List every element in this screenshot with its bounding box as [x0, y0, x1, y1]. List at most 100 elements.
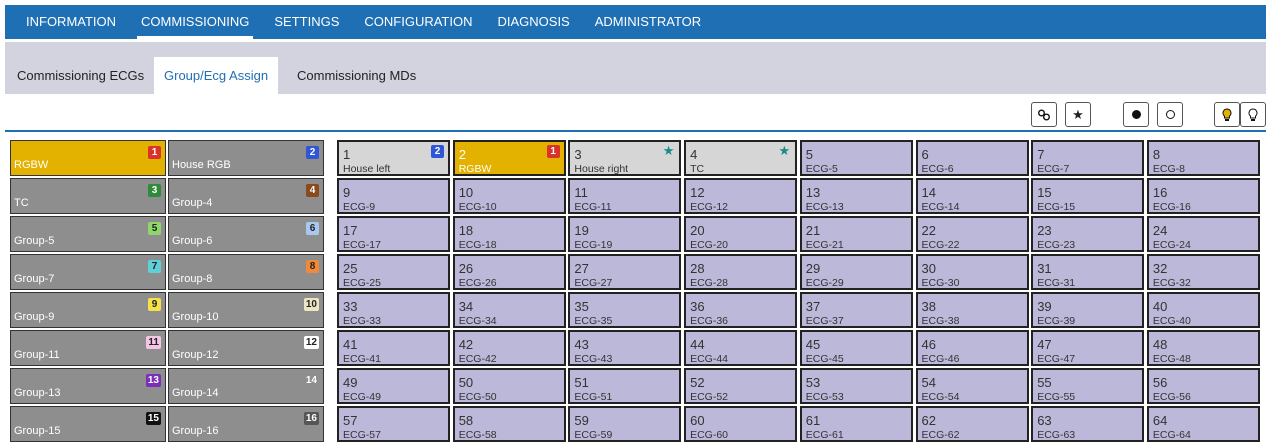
group-cell[interactable]: Group-15 15 — [10, 406, 166, 442]
ecg-number: 20 — [690, 223, 705, 238]
ecg-cell[interactable]: 30 ECG-30 — [915, 254, 1029, 290]
nav-item-commissioning[interactable]: COMMISSIONING — [137, 5, 254, 39]
ecg-cell[interactable]: 58 ECG-58 — [452, 406, 566, 442]
ecg-cell[interactable]: 6 ECG-6 — [915, 140, 1029, 176]
ecg-cell[interactable]: 38 ECG-38 — [915, 292, 1029, 328]
ecg-cell[interactable]: 35 ECG-35 — [568, 292, 682, 328]
ecg-cell[interactable]: 62 ECG-62 — [915, 406, 1029, 442]
ecg-cell[interactable]: 51 ECG-51 — [568, 368, 682, 404]
ecg-cell[interactable]: 25 ECG-25 — [337, 254, 450, 290]
ecg-cell[interactable]: 4 TC ★ — [684, 140, 798, 176]
star-button[interactable]: ★ — [1065, 102, 1091, 127]
ecg-name: ECG-63 — [1037, 429, 1076, 441]
ecg-cell[interactable]: 15 ECG-15 — [1031, 178, 1145, 214]
ecg-cell[interactable]: 34 ECG-34 — [452, 292, 566, 328]
ecg-cell[interactable]: 20 ECG-20 — [684, 216, 798, 252]
ecg-cell[interactable]: 61 ECG-61 — [799, 406, 913, 442]
ecg-cell[interactable]: 5 ECG-5 — [799, 140, 913, 176]
group-cell[interactable]: RGBW 1 — [10, 140, 166, 176]
hollow-circle-button[interactable] — [1157, 102, 1183, 127]
filled-circle-button[interactable] — [1123, 102, 1149, 127]
group-cell[interactable]: Group-10 10 — [168, 292, 324, 328]
nav-item-diagnosis[interactable]: DIAGNOSIS — [497, 5, 569, 39]
ecg-cell[interactable]: 44 ECG-44 — [684, 330, 798, 366]
ecg-number: 40 — [1152, 299, 1168, 314]
ecg-cell[interactable]: 8 ECG-8 — [1146, 140, 1260, 176]
bulb-on-button[interactable] — [1214, 102, 1240, 127]
ecg-cell[interactable]: 13 ECG-13 — [799, 178, 913, 214]
group-cell[interactable]: Group-4 4 — [168, 178, 324, 214]
group-cell[interactable]: Group-12 12 — [168, 330, 324, 366]
ecg-name: ECG-13 — [805, 201, 844, 213]
ecg-cell[interactable]: 52 ECG-52 — [684, 368, 798, 404]
group-cell[interactable]: Group-14 14 — [168, 368, 324, 404]
ecg-cell[interactable]: 53 ECG-53 — [799, 368, 913, 404]
ecg-cell[interactable]: 32 ECG-32 — [1146, 254, 1260, 290]
bulb-off-button[interactable] — [1240, 102, 1266, 127]
group-cell[interactable]: Group-7 7 — [10, 254, 166, 290]
ecg-cell[interactable]: 47 ECG-47 — [1031, 330, 1145, 366]
nav-item-settings[interactable]: SETTINGS — [274, 5, 339, 39]
ecg-cell[interactable]: 33 ECG-33 — [337, 292, 450, 328]
ecg-cell[interactable]: 64 ECG-64 — [1146, 406, 1260, 442]
ecg-cell[interactable]: 60 ECG-60 — [684, 406, 798, 442]
group-cell[interactable]: Group-9 9 — [10, 292, 166, 328]
group-cell[interactable]: Group-13 13 — [10, 368, 166, 404]
nav-item-administrator[interactable]: ADMINISTRATOR — [595, 5, 701, 39]
group-cell[interactable]: House RGB 2 — [168, 140, 324, 176]
nav-item-information[interactable]: INFORMATION — [26, 5, 116, 39]
ecg-cell[interactable]: 59 ECG-59 — [568, 406, 682, 442]
ecg-cell[interactable]: 50 ECG-50 — [452, 368, 566, 404]
ecg-cell[interactable]: 39 ECG-39 — [1031, 292, 1145, 328]
ecg-cell[interactable]: 19 ECG-19 — [568, 216, 682, 252]
group-cell[interactable]: Group-5 5 — [10, 216, 166, 252]
ecg-cell[interactable]: 2 RGBW 1 — [452, 140, 566, 176]
ecg-cell[interactable]: 45 ECG-45 — [799, 330, 913, 366]
nav-item-configuration[interactable]: CONFIGURATION — [364, 5, 472, 39]
ecg-cell[interactable]: 3 House right ★ — [568, 140, 682, 176]
ecg-cell[interactable]: 17 ECG-17 — [337, 216, 450, 252]
ecg-cell[interactable]: 54 ECG-54 — [915, 368, 1029, 404]
ecg-cell[interactable]: 36 ECG-36 — [684, 292, 798, 328]
ecg-cell[interactable]: 43 ECG-43 — [568, 330, 682, 366]
ecg-cell[interactable]: 48 ECG-48 — [1146, 330, 1260, 366]
ecg-cell[interactable]: 24 ECG-24 — [1146, 216, 1260, 252]
ecg-cell[interactable]: 56 ECG-56 — [1146, 368, 1260, 404]
ecg-cell[interactable]: 63 ECG-63 — [1031, 406, 1145, 442]
ecg-cell[interactable]: 40 ECG-40 — [1146, 292, 1260, 328]
ecg-cell[interactable]: 10 ECG-10 — [452, 178, 566, 214]
group-cell[interactable]: Group-11 11 — [10, 330, 166, 366]
ecg-cell[interactable]: 23 ECG-23 — [1031, 216, 1145, 252]
ecg-cell[interactable]: 31 ECG-31 — [1031, 254, 1145, 290]
ecg-cell[interactable]: 16 ECG-16 — [1146, 178, 1260, 214]
group-cell[interactable]: Group-6 6 — [168, 216, 324, 252]
group-cell[interactable]: TC 3 — [10, 178, 166, 214]
ecg-cell[interactable]: 46 ECG-46 — [915, 330, 1029, 366]
group-cell[interactable]: Group-8 8 — [168, 254, 324, 290]
ecg-number: 38 — [921, 299, 936, 314]
ecg-cell[interactable]: 18 ECG-18 — [452, 216, 566, 252]
ecg-cell[interactable]: 55 ECG-55 — [1031, 368, 1145, 404]
ecg-cell[interactable]: 7 ECG-7 — [1031, 140, 1145, 176]
ecg-cell[interactable]: 21 ECG-21 — [799, 216, 913, 252]
ecg-cell[interactable]: 11 ECG-11 — [568, 178, 682, 214]
ecg-cell[interactable]: 42 ECG-42 — [452, 330, 566, 366]
subtab-1[interactable]: Commissioning ECGs — [7, 57, 154, 94]
ecg-cell[interactable]: 37 ECG-37 — [799, 292, 913, 328]
ecg-cell[interactable]: 9 ECG-9 — [337, 178, 450, 214]
ecg-cell[interactable]: 49 ECG-49 — [337, 368, 450, 404]
ecg-cell[interactable]: 26 ECG-26 — [452, 254, 566, 290]
subtab-2[interactable]: Group/Ecg Assign — [154, 57, 279, 94]
ecg-cell[interactable]: 57 ECG-57 — [337, 406, 450, 442]
subtab-3[interactable]: Commissioning MDs — [287, 57, 426, 94]
ecg-cell[interactable]: 22 ECG-22 — [915, 216, 1029, 252]
ecg-cell[interactable]: 1 House left 2 — [337, 140, 450, 176]
group-cell[interactable]: Group-16 16 — [168, 406, 324, 442]
ecg-cell[interactable]: 29 ECG-29 — [799, 254, 913, 290]
ecg-cell[interactable]: 14 ECG-14 — [915, 178, 1029, 214]
ecg-cell[interactable]: 28 ECG-28 — [684, 254, 798, 290]
link-button[interactable] — [1031, 102, 1057, 127]
ecg-cell[interactable]: 41 ECG-41 — [337, 330, 450, 366]
ecg-cell[interactable]: 12 ECG-12 — [684, 178, 798, 214]
ecg-cell[interactable]: 27 ECG-27 — [568, 254, 682, 290]
